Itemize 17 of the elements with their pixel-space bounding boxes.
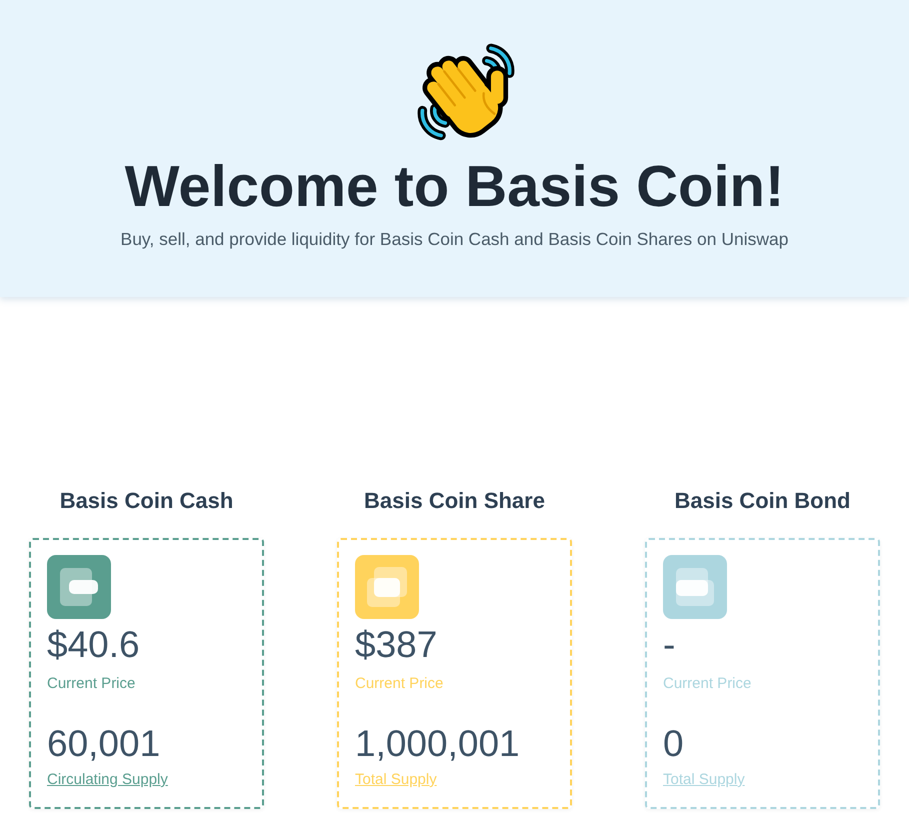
price-value: -: [663, 623, 676, 667]
supply-link[interactable]: Total Supply: [355, 771, 437, 789]
supply-link[interactable]: Circulating Supply: [47, 771, 168, 789]
price-label: Current Price: [47, 675, 136, 693]
supply-value: 60,001: [47, 722, 162, 766]
welcome-title: Welcome to Basis Coin!: [124, 154, 784, 220]
hero-subtitle: Buy, sell, and provide liquidity for Basis Coin Cash and Basis Coin Shares on Uniswap: [120, 228, 788, 250]
price-label: Current Price: [355, 675, 444, 693]
token-heading: Basis Coin Cash: [60, 487, 234, 515]
supply-value: 0: [663, 722, 685, 766]
price-value: $40.6: [47, 623, 141, 667]
price-value: $387: [355, 623, 438, 667]
token-heading: Basis Coin Share: [364, 487, 545, 515]
supply-link[interactable]: Total Supply: [663, 771, 745, 789]
supply-value: 1,000,001: [355, 722, 521, 766]
price-label: Current Price: [663, 675, 752, 693]
token-heading: Basis Coin Bond: [674, 487, 850, 515]
